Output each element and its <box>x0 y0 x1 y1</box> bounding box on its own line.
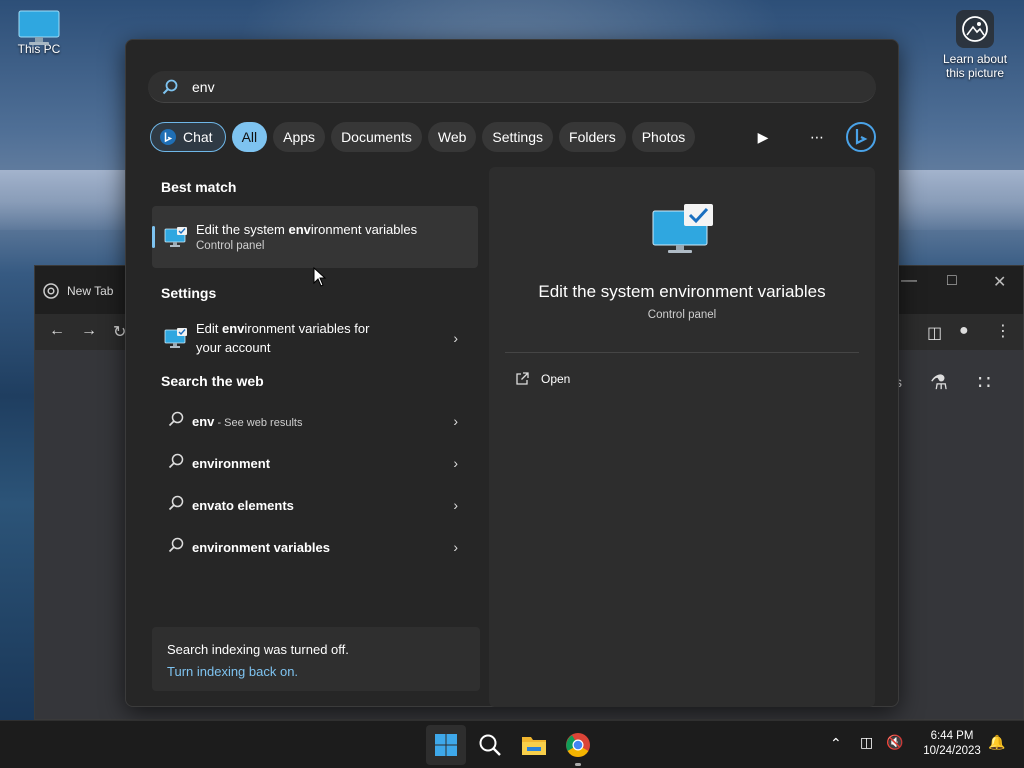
play-icon: ▶ <box>757 128 769 145</box>
chevron-right-icon: › <box>453 497 458 513</box>
filter-chat-label: Chat <box>183 129 213 145</box>
web-result-envato-text: envato elements <box>192 497 294 513</box>
web-result-env[interactable]: env - See web results › <box>152 400 478 442</box>
monitor-icon <box>18 10 60 45</box>
settings-env-icon <box>164 328 187 348</box>
maximize-icon[interactable]: □ <box>947 272 957 290</box>
web-search-icon <box>168 537 184 558</box>
chevron-right-icon: › <box>453 330 458 346</box>
this-pc-desktop-icon[interactable]: This PC <box>10 10 68 56</box>
search-icon <box>479 734 501 756</box>
filter-apps-button[interactable]: Apps <box>273 122 326 152</box>
chrome-icon <box>566 733 590 758</box>
settings-result-env-vars[interactable]: Edit environment variables for your acco… <box>152 308 478 368</box>
indexing-notice: Search indexing was turned off. Turn ind… <box>152 627 480 691</box>
chevron-right-icon: › <box>453 455 458 471</box>
web-result-environment[interactable]: environment › <box>152 442 478 484</box>
browser-tab-title: New Tab <box>67 284 114 298</box>
preview-divider <box>505 352 859 353</box>
volume-muted-icon[interactable]: 🔇 <box>886 734 903 751</box>
forward-icon[interactable]: → <box>81 322 97 340</box>
indexing-message: Search indexing was turned off. <box>167 642 349 657</box>
apps-grid-icon[interactable]: ∷ <box>978 370 991 395</box>
web-result-env-text: env - See web results <box>192 413 303 429</box>
back-icon[interactable]: ← <box>49 322 65 340</box>
show-hidden-icons-chevron-icon[interactable]: ⌃ <box>830 735 842 752</box>
open-external-icon <box>516 372 529 385</box>
best-match-heading: Best match <box>161 179 237 195</box>
chrome-tab-icon <box>43 283 59 299</box>
web-search-icon <box>168 495 184 516</box>
profile-icon[interactable]: ● <box>959 322 969 340</box>
filter-web-button[interactable]: Web <box>427 122 477 152</box>
search-icon <box>162 79 178 94</box>
best-match-title: Edit the system environment variables <box>196 222 418 237</box>
settings-result-title: Edit environment variables for <box>196 321 370 336</box>
start-button[interactable] <box>426 725 466 765</box>
best-match-subtitle: Control panel <box>196 240 265 252</box>
web-result-environment-variables[interactable]: environment variables › <box>152 526 478 568</box>
start-search-panel: Chat All Apps Documents Web Settings Fol… <box>125 39 899 707</box>
bing-icon <box>846 122 876 152</box>
close-icon[interactable]: ✕ <box>993 272 1006 292</box>
web-search-icon <box>168 411 184 432</box>
folder-icon <box>522 737 546 755</box>
more-menu-icon[interactable]: ⋮ <box>995 321 1011 341</box>
web-search-icon <box>168 453 184 474</box>
chevron-right-icon: › <box>453 539 458 555</box>
filter-documents-button[interactable]: Documents <box>331 122 422 152</box>
filter-all-button[interactable]: All <box>231 122 268 152</box>
filter-folders-button[interactable]: Folders <box>559 122 626 152</box>
web-result-environment-variables-text: environment variables <box>192 539 331 555</box>
taskbar-search-button[interactable] <box>470 725 510 765</box>
labs-flask-icon[interactable]: ⚗ <box>930 370 948 395</box>
clock-date: 10/24/2023 <box>923 745 981 757</box>
web-result-envato[interactable]: envato elements › <box>152 484 478 526</box>
network-icon[interactable]: ◫ <box>860 734 873 751</box>
preview-title: Edit the system environment variables <box>538 282 826 301</box>
chrome-taskbar-button[interactable] <box>558 725 598 765</box>
web-result-environment-text: environment <box>192 455 271 471</box>
filter-settings-button[interactable]: Settings <box>482 122 554 152</box>
minimize-icon[interactable]: — <box>901 272 917 290</box>
ellipsis-icon: ⋯ <box>810 128 824 145</box>
control-panel-large-icon <box>652 204 713 253</box>
preview-pane: Edit the system environment variables Co… <box>489 167 875 707</box>
results-column: Best match Edit the system environment v… <box>152 170 484 700</box>
taskbar: ⌃ ◫ 🔇 6:44 PM 10/24/2023 🔔 <box>0 720 1024 768</box>
chrome-running-indicator <box>575 763 581 766</box>
search-input[interactable] <box>190 77 790 96</box>
filter-chat-button[interactable]: Chat <box>150 122 226 152</box>
more-filters-play-button[interactable]: ▶ <box>748 122 778 152</box>
more-options-button[interactable]: ⋯ <box>802 122 832 152</box>
selection-accent <box>152 226 155 248</box>
open-label: Open <box>541 372 571 386</box>
settings-result-title-line2: your account <box>196 340 271 355</box>
chevron-right-icon: › <box>453 413 458 429</box>
bing-chat-icon <box>160 129 176 145</box>
learn-about-label: Learn about this picture <box>942 52 1008 80</box>
open-action[interactable]: Open <box>515 372 570 386</box>
file-explorer-button[interactable] <box>514 725 554 765</box>
clock-time: 6:44 PM <box>930 730 974 742</box>
notification-bell-icon[interactable]: 🔔 <box>988 734 1005 751</box>
filter-row: Chat All Apps Documents Web Settings Fol… <box>150 120 876 154</box>
search-web-heading: Search the web <box>161 373 264 389</box>
turn-indexing-on-link[interactable]: Turn indexing back on. <box>167 661 465 683</box>
filter-photos-button[interactable]: Photos <box>631 122 696 152</box>
bing-button[interactable] <box>846 122 876 152</box>
learn-about-picture-icon[interactable]: Learn about this picture <box>935 10 1015 80</box>
taskbar-clock[interactable]: 6:44 PM 10/24/2023 <box>912 729 992 759</box>
best-match-result[interactable]: Edit the system environment variables Co… <box>152 206 478 268</box>
search-box[interactable] <box>148 71 876 103</box>
settings-result-text: Edit environment variables for your acco… <box>196 319 369 357</box>
preview-subtitle: Control panel <box>647 309 717 321</box>
mouse-cursor-icon <box>313 267 327 287</box>
side-panel-icon[interactable]: ◫ <box>927 323 942 343</box>
best-match-text: Edit the system environment variables Co… <box>196 222 417 252</box>
camera-icon <box>956 10 994 48</box>
control-panel-icon <box>164 227 187 247</box>
windows-logo-icon <box>435 734 457 756</box>
